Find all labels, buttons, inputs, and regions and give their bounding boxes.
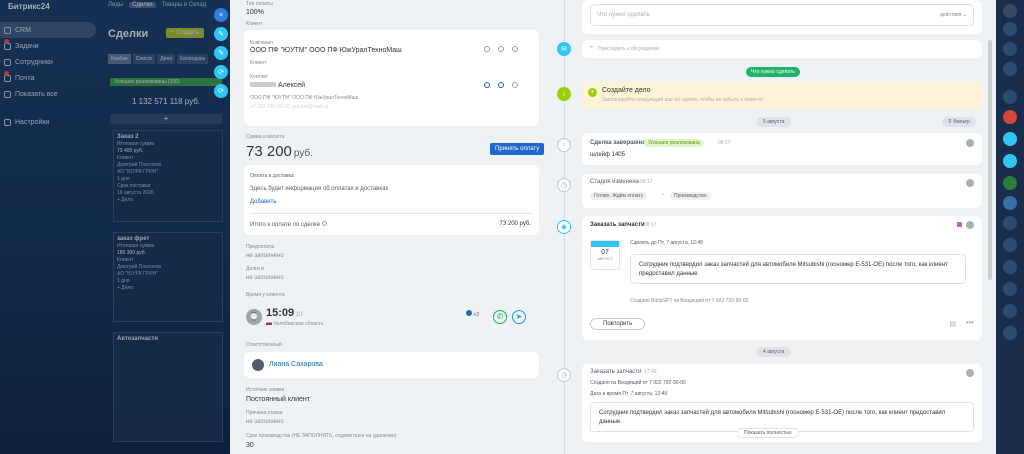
avatar[interactable]	[1003, 282, 1017, 296]
responsible-link[interactable]: Лиана Сахарова	[269, 361, 323, 368]
responsible-block: Лиана Сахарова	[244, 352, 539, 378]
more-messengers[interactable]: +2	[466, 310, 479, 318]
avatar[interactable]	[1003, 260, 1017, 274]
avatar[interactable]	[1003, 238, 1017, 252]
client-label: Клиент	[246, 21, 263, 27]
refresh-icon[interactable]: ⟳	[214, 84, 228, 98]
gear-icon[interactable]	[512, 82, 518, 88]
color-marker	[957, 222, 962, 227]
chevron-down-icon: ⌄	[962, 12, 967, 18]
accept-payment-button[interactable]: Принять оплату	[490, 143, 545, 155]
gear-icon[interactable]	[512, 46, 518, 52]
telegram-icon[interactable]: ➤	[512, 310, 526, 324]
mail-icon[interactable]	[498, 82, 504, 88]
company-link[interactable]: ООО ПФ "ЮУТМ" ООО ПФ ЮжУралТехноМаш	[250, 47, 402, 54]
pay-type-value[interactable]: 100%	[246, 9, 264, 16]
event-stage-changed: Стадия изменена 08:17 Готово. Ждём оплат…	[582, 174, 982, 208]
app-icon[interactable]	[1003, 22, 1017, 36]
app-icon[interactable]	[1003, 196, 1017, 210]
overlay-dim	[0, 0, 230, 454]
deal-amount: 73 200 руб.	[246, 143, 313, 160]
event-order-parts: Заказать запчасти 08:17 07 АВГУСТ Сделат…	[582, 216, 982, 340]
create-activity-banner: + Создайте дело Запланируйте следующий ш…	[582, 82, 982, 109]
event-deal-closed: Сделка завершена Успешно реализована 08:…	[582, 133, 982, 165]
stage-icon: ◷	[557, 178, 571, 192]
scrollbar[interactable]	[988, 40, 992, 280]
date-separator: 4 августа	[756, 347, 792, 357]
app-icon[interactable]	[1003, 110, 1017, 124]
avatar[interactable]	[966, 221, 974, 229]
whatsapp-icon[interactable]: ✆	[493, 310, 507, 324]
task-icon: ◉	[557, 220, 571, 234]
need-todo-badge: Что нужно сделать	[746, 67, 800, 77]
repeat-button[interactable]: Повторить	[590, 318, 646, 330]
avatar	[252, 359, 264, 371]
avatar[interactable]	[1003, 90, 1017, 104]
date-separator: 5 августа	[756, 117, 792, 127]
app-icon[interactable]	[1003, 42, 1017, 56]
avatar[interactable]	[1003, 326, 1017, 340]
flag-icon	[266, 321, 272, 325]
client-block: Компания ООО ПФ "ЮУТМ" ООО ПФ ЮжУралТехн…	[244, 30, 539, 126]
filter-button[interactable]: ⊽ Фильтр	[942, 117, 976, 127]
done-icon: ↑	[557, 138, 571, 152]
app-icon[interactable]	[1003, 62, 1017, 76]
calendar-icon: 07 АВГУСТ	[590, 240, 620, 270]
phone-icon[interactable]	[484, 46, 490, 52]
refresh-icon[interactable]: ⟳	[214, 65, 228, 79]
deadline[interactable]: Сделать до Пт, 7 августа, 12:49	[630, 240, 703, 246]
chat-icon[interactable]	[1003, 132, 1017, 146]
comment-input[interactable]: + Присоедить к обсуждению	[582, 40, 982, 58]
phone-icon[interactable]	[484, 82, 490, 88]
info-icon[interactable]	[321, 221, 327, 226]
timeline-panel: Что нужно сделать действия ⌄ ✉ + Присоед…	[550, 0, 996, 454]
comment-icon: ✉	[557, 42, 571, 56]
avatar[interactable]	[966, 139, 974, 147]
filter-icon: ⊽	[948, 119, 952, 125]
contact-link[interactable]: Алексей	[250, 82, 305, 89]
event-order-parts-2: Заказать запчасти 17:49 Создано из Входя…	[582, 364, 982, 442]
todo-actions-dropdown[interactable]: действия ⌄	[940, 12, 967, 18]
info-icon: i	[557, 87, 571, 101]
deal-fields-panel: Тип оплаты 100% Клиент Компания ООО ПФ "…	[230, 0, 550, 454]
more-icon[interactable]: •••	[966, 318, 974, 327]
avatar[interactable]	[1003, 176, 1017, 190]
todo-composer: Что нужно сделать действия ⌄	[582, 0, 982, 34]
mail-icon[interactable]	[498, 46, 504, 52]
arrow-icon: ›	[662, 192, 664, 198]
close-icon[interactable]: ×	[214, 8, 228, 22]
messenger-icon	[466, 310, 472, 316]
right-app-strip	[996, 0, 1024, 454]
plus-icon[interactable]: +	[588, 88, 597, 97]
client-time: 15:09:10	[266, 307, 303, 319]
payment-delivery-block: Оплата и доставка Здесь будет информация…	[244, 165, 539, 235]
avatar[interactable]	[1003, 304, 1017, 318]
todo-input[interactable]: Что нужно сделать	[597, 12, 650, 18]
edit-icon[interactable]: ✎	[214, 27, 228, 41]
app-icon[interactable]	[1003, 4, 1017, 18]
avatar[interactable]	[966, 179, 974, 187]
blurred-name	[250, 82, 276, 87]
attach-icon[interactable]: +	[590, 45, 594, 51]
clock-icon: ⌚	[246, 309, 262, 325]
avatar[interactable]	[1003, 216, 1017, 230]
create-activity-link[interactable]: Создайте дело	[602, 87, 651, 94]
chat-icon[interactable]	[1003, 154, 1017, 168]
slider-controls: × ✎ ✎ ⟳ ⟳	[214, 8, 228, 98]
edit-icon[interactable]: ✎	[214, 46, 228, 60]
pay-type-label: Тип оплаты	[246, 1, 273, 7]
add-payment-link[interactable]: Добавить	[250, 199, 277, 205]
show-more-button[interactable]: Показать полностью	[737, 428, 799, 438]
document-icon[interactable]: ▤	[949, 320, 956, 328]
task-icon: ◷	[557, 368, 571, 382]
avatar[interactable]	[966, 369, 974, 377]
